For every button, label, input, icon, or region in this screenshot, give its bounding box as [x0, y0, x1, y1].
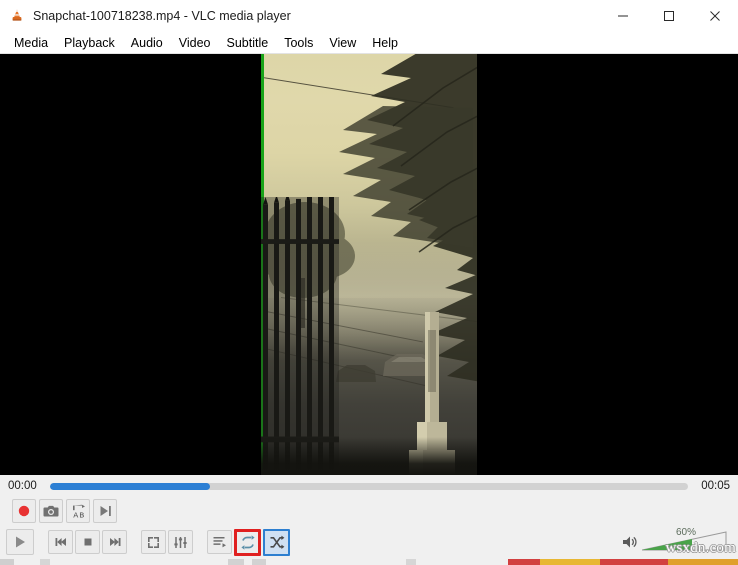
speaker-icon[interactable]: [622, 534, 638, 552]
menu-item-subtitle[interactable]: Subtitle: [219, 33, 277, 53]
strip-segment: [40, 559, 50, 565]
video-display-area[interactable]: [0, 54, 738, 475]
menu-item-playback[interactable]: Playback: [56, 33, 123, 53]
window-controls: [600, 0, 738, 32]
strip-segment: [668, 559, 738, 565]
next-button[interactable]: [102, 530, 127, 554]
menu-item-view[interactable]: View: [321, 33, 364, 53]
title-bar: Snapchat-100718238.mp4 - VLC media playe…: [0, 0, 738, 32]
menu-bar: Media Playback Audio Video Subtitle Tool…: [0, 32, 738, 54]
vlc-media-player-window: Snapchat-100718238.mp4 - VLC media playe…: [0, 0, 738, 565]
cut-off-bottom-strip: [0, 559, 738, 565]
frame-by-frame-button[interactable]: [93, 499, 117, 523]
playlist-loop-shuffle-group: [207, 528, 290, 556]
playback-controls-row: 60% wsxdn.com: [0, 525, 738, 559]
volume-control: 60%: [622, 527, 728, 554]
vehicle-distant: [333, 360, 379, 386]
strip-segment: [0, 559, 14, 565]
strip-segment: [252, 559, 266, 565]
menu-item-tools[interactable]: Tools: [276, 33, 321, 53]
video-frame: [261, 54, 477, 475]
previous-button[interactable]: [48, 530, 73, 554]
menu-item-audio[interactable]: Audio: [123, 33, 171, 53]
strip-segment: [540, 559, 600, 565]
seek-slider-fill: [50, 482, 210, 490]
playlist-button[interactable]: [207, 530, 232, 554]
foreground-shadow: [261, 437, 477, 475]
stop-button[interactable]: [75, 530, 100, 554]
volume-percent-label: 60%: [676, 527, 697, 538]
seek-slider[interactable]: [50, 482, 688, 490]
seek-bar-row: 00:00 00:05: [0, 475, 738, 497]
iron-gate-fence: [261, 197, 339, 475]
svg-text:B: B: [79, 511, 84, 519]
record-button[interactable]: [12, 499, 36, 523]
extended-settings-button[interactable]: [168, 530, 193, 554]
total-time-label: 00:05: [701, 480, 730, 492]
elapsed-time-label: 00:00: [8, 480, 37, 492]
menu-item-media[interactable]: Media: [6, 33, 56, 53]
play-button[interactable]: [6, 529, 34, 555]
title-bar-left: Snapchat-100718238.mp4 - VLC media playe…: [0, 8, 600, 24]
close-icon[interactable]: [692, 0, 738, 32]
strip-segment: [228, 559, 244, 565]
strip-segment: [608, 559, 668, 565]
window-title: Snapchat-100718238.mp4 - VLC media playe…: [33, 9, 291, 23]
shuffle-button[interactable]: [263, 528, 290, 556]
menu-item-help[interactable]: Help: [364, 33, 406, 53]
vlc-cone-icon: [9, 8, 25, 24]
menu-item-video[interactable]: Video: [171, 33, 219, 53]
view-button-group: [141, 530, 193, 554]
svg-text:A: A: [73, 511, 78, 519]
maximize-icon[interactable]: [646, 0, 692, 32]
advanced-controls-row: A B: [0, 497, 738, 525]
snapshot-button[interactable]: [39, 499, 63, 523]
fullscreen-button[interactable]: [141, 530, 166, 554]
ab-loop-button[interactable]: A B: [66, 499, 90, 523]
minimize-icon[interactable]: [600, 0, 646, 32]
volume-slider[interactable]: 60%: [642, 527, 728, 552]
transport-button-group: [48, 530, 127, 554]
loop-button[interactable]: [234, 528, 261, 556]
strip-segment: [406, 559, 416, 565]
